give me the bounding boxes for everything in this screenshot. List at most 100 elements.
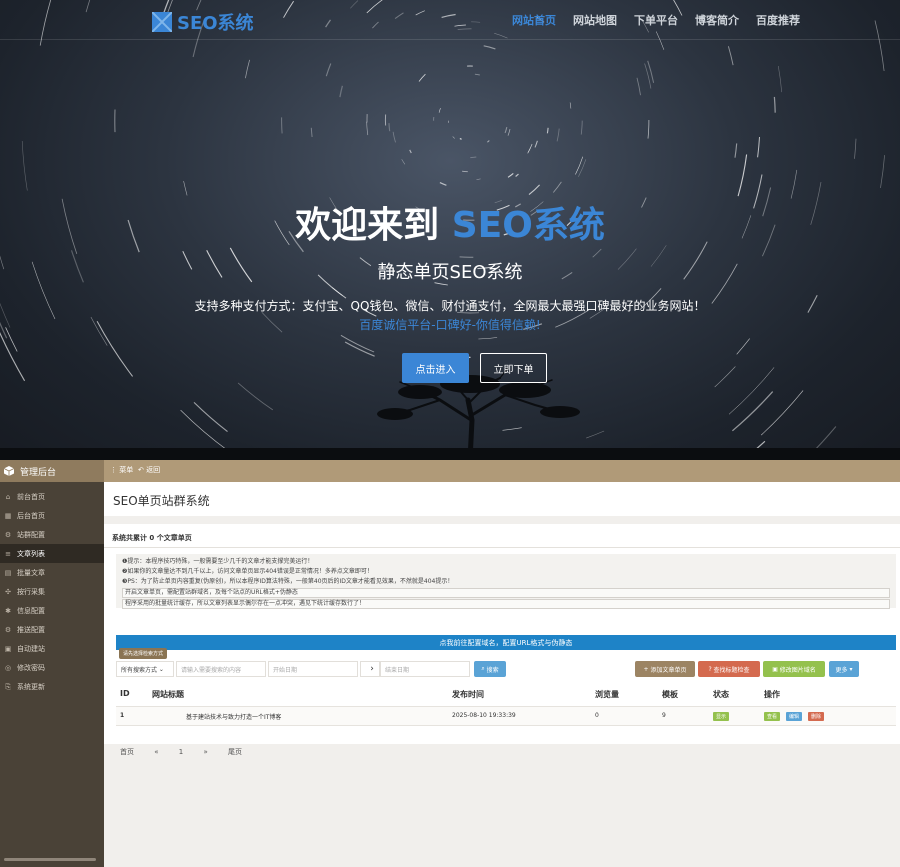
table-header: ID 网站标题 发布时间 浏览量 模板 状态 操作 <box>116 684 896 704</box>
dashboard-icon: ▦ <box>4 511 12 520</box>
lock-icon: ◎ <box>4 663 12 672</box>
update-icon: ⎘ <box>5 682 11 691</box>
panel-header: 系统共累计 0 个文章单页 <box>112 534 192 542</box>
cell-views: 0 <box>595 712 599 719</box>
nav-blog[interactable]: 博客简介 <box>695 12 739 28</box>
pager-next[interactable]: » <box>203 748 207 756</box>
delete-button[interactable]: 删除 <box>808 712 825 721</box>
admin-brand[interactable]: 管理后台 <box>0 460 104 482</box>
image-domain-label: 修改图片域名 <box>779 666 816 674</box>
order-button[interactable]: 立即下单 <box>480 353 547 383</box>
search-input[interactable]: 请输入需要搜索的内容 <box>176 661 266 677</box>
sidebar-item-label: 信息配置 <box>17 606 45 615</box>
hero-link[interactable]: 百度诚信平台-口碑好-你值得信赖! <box>0 316 900 333</box>
sidebar-item-label: 前台首页 <box>17 492 45 501</box>
more-dropdown-button[interactable]: 更多 ▾ <box>829 661 859 677</box>
add-article-label: 添加文章单页 <box>650 666 687 674</box>
cube-icon <box>4 466 14 476</box>
sidebar-item-label: 站群配置 <box>17 530 45 539</box>
notice-line: ❶提示：本程序技巧特殊，一般需要至少几千的文章才能支撑完美运行！ <box>122 558 314 565</box>
hero-title-prefix: 欢迎来到 <box>295 205 452 246</box>
hero-description: 支持多种支付方式：支付宝、QQ钱包、微信、财付通支付，全网最大最强口碑最好的业务… <box>194 299 706 313</box>
sidebar-item-info-config[interactable]: ✱ 信息配置 <box>0 601 104 620</box>
notice-line: ❸PS：为了防止单页内容重复(伪原创)，所以本程序ID算法特殊，一般第40页后的… <box>122 578 454 585</box>
check-title-button[interactable]: ? 查找标题检查 <box>698 661 760 677</box>
admin-topbar: 管理后台 ⋮ 菜单 ↶ 返回 <box>0 460 900 482</box>
cell-time: 2025-08-10 19:33:39 <box>452 712 516 719</box>
admin-panel: 管理后台 ⋮ 菜单 ↶ 返回 ⌂ 前台首页 ▦ 后台首页 ⚙ 站群配置 ≡ 文章列表 ▤… <box>0 460 900 867</box>
nav-home[interactable]: 网站首页 <box>512 12 556 28</box>
pager-last[interactable]: 尾页 <box>228 748 242 756</box>
sidebar-item-line-collect[interactable]: ✣ 按行采集 <box>0 582 104 601</box>
pagination: 首页 « 1 » 尾页 <box>120 747 260 757</box>
check-title-label: 查找标题检查 <box>713 666 750 674</box>
nav-sitemap[interactable]: 网站地图 <box>573 12 617 28</box>
admin-content: SEO单页站群系统 系统共累计 0 个文章单页 ❶提示：本程序技巧特殊，一般需要… <box>104 482 900 867</box>
notice-field: 开启文章单页，需配置站群域名，及每个站点的URL格式+伪静态 <box>122 588 890 598</box>
search-button-label: 搜索 <box>486 666 499 674</box>
page-title: SEO单页站群系统 <box>113 494 210 508</box>
list-icon: ≡ <box>5 549 11 558</box>
sidebar-item-batch-article[interactable]: ▤ 批量文章 <box>0 563 104 582</box>
sidebar-item-system-update[interactable]: ⎘ 系统更新 <box>0 677 104 696</box>
view-button[interactable]: 查看 <box>764 712 781 721</box>
search-mode-select[interactable]: 所有搜索方式 ⌄ <box>116 661 174 677</box>
collect-icon: ✣ <box>5 587 11 596</box>
sidebar-scrollbar[interactable] <box>4 858 96 861</box>
divider <box>104 547 900 548</box>
main-nav: 网站首页 网站地图 下单平台 博客简介 百度推荐 <box>495 12 800 28</box>
hero-title-accent: SEO系统 <box>451 205 605 246</box>
column-header: 模板 <box>662 690 678 699</box>
top-navbar: SEO系统 网站首页 网站地图 下单平台 博客简介 百度推荐 <box>0 0 900 40</box>
sidebar-item-label: 后台首页 <box>17 511 45 520</box>
column-header: 浏览量 <box>595 690 619 699</box>
cell-title[interactable]: 基于建站技术与致力打造一个IT博客 <box>186 712 281 721</box>
logo-icon <box>152 12 172 32</box>
image-icon: ▣ <box>772 665 780 673</box>
back-button[interactable]: ↶ 返回 <box>138 465 160 475</box>
sidebar-item-change-password[interactable]: ◎ 修改密码 <box>0 658 104 677</box>
pager-page[interactable]: 1 <box>179 748 183 756</box>
column-header: 网站标题 <box>152 690 184 699</box>
add-article-button[interactable]: + 添加文章单页 <box>635 661 695 677</box>
hero-title: 欢迎来到 SEO系统 <box>0 196 900 248</box>
admin-brand-label: 管理后台 <box>20 467 57 478</box>
notice-box: ❶提示：本程序技巧特殊，一般需要至少几千的文章才能支撑完美运行！ ❷如果你的文章… <box>116 554 896 609</box>
sidebar-item-label: 自动建站 <box>17 644 45 653</box>
pager-first[interactable]: 首页 <box>120 748 134 756</box>
info-icon: ✱ <box>5 606 11 615</box>
config-domain-link[interactable]: 点我前往配置域名，配置URL格式与伪静态 <box>116 635 896 650</box>
nav-order[interactable]: 下单平台 <box>634 12 678 28</box>
cell-id: 1 <box>120 712 125 719</box>
sidebar-item-front-home[interactable]: ⌂ 前台首页 <box>0 487 104 506</box>
pager-prev[interactable]: « <box>154 748 158 756</box>
article-panel: 系统共累计 0 个文章单页 ❶提示：本程序技巧特殊，一般需要至少几千的文章才能支… <box>104 524 900 744</box>
sidebar-item-label: 批量文章 <box>17 568 45 577</box>
notice-field: 程序采用的批量统计缓存，所以文章列表显示偶尔存在一点冲突，遇见下统计缓存数行了！ <box>122 599 890 609</box>
hero-subtitle: 静态单页SEO系统 <box>377 262 523 283</box>
end-date-input[interactable]: 结束日期 <box>380 661 470 677</box>
cell-template: 9 <box>662 712 666 719</box>
menu-toggle[interactable]: ⋮ 菜单 <box>110 465 133 475</box>
caret-down-icon: ▾ <box>847 665 853 673</box>
image-domain-button[interactable]: ▣ 修改图片域名 <box>763 661 825 677</box>
search-mode-tooltip: 请先选择检索方式 <box>119 648 168 659</box>
start-date-input[interactable]: 开始日期 <box>268 661 358 677</box>
sidebar-item-push-config[interactable]: ⚙ 推送配置 <box>0 620 104 639</box>
sidebar-item-label: 系统更新 <box>17 682 45 691</box>
column-header: 操作 <box>764 690 780 699</box>
status-badge[interactable]: 显示 <box>713 712 730 721</box>
column-header: 发布时间 <box>452 690 484 699</box>
search-button[interactable]: ⌕ 搜索 <box>474 661 506 677</box>
sidebar-item-article-list[interactable]: ≡ 文章列表 <box>0 544 104 563</box>
nav-baidu[interactable]: 百度推荐 <box>756 12 800 28</box>
push-icon: ⚙ <box>4 625 12 634</box>
sidebar-item-auto-build[interactable]: ▣ 自动建站 <box>0 639 104 658</box>
sidebar-item-site-config[interactable]: ⚙ 站群配置 <box>0 525 104 544</box>
sidebar-item-admin-home[interactable]: ▦ 后台首页 <box>0 506 104 525</box>
enter-button[interactable]: 点击进入 <box>402 353 469 383</box>
edit-button[interactable]: 编辑 <box>786 712 803 721</box>
more-label: 更多 <box>835 666 848 674</box>
site-logo[interactable]: SEO系统 <box>152 9 254 35</box>
menu-toggle-label: 菜单 <box>119 466 134 474</box>
